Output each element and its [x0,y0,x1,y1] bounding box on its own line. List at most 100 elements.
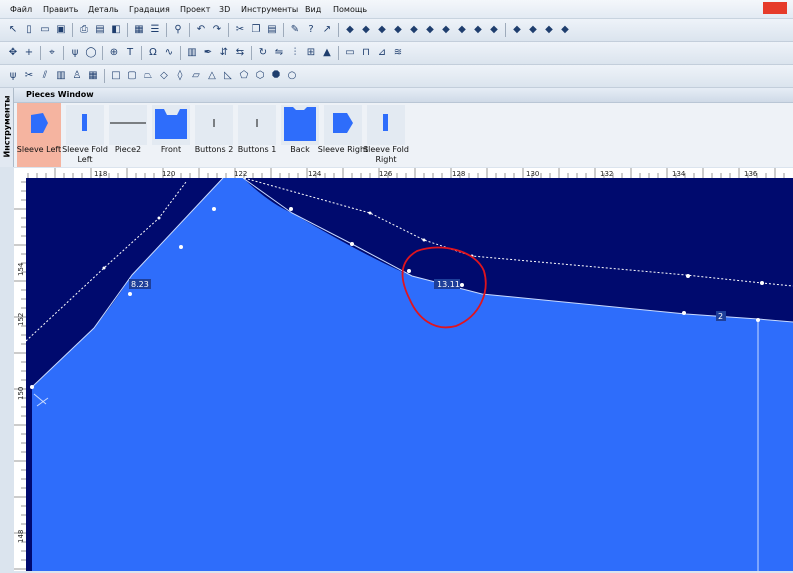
circle-icon[interactable]: ◯ [84,46,98,60]
trapezoid-icon[interactable]: ⏢ [141,69,155,83]
menu-project[interactable]: Проект [180,5,210,14]
cut-line-icon[interactable]: ⫽ [38,69,52,83]
pieces-window-header: Pieces Window [14,88,793,103]
parallelogram-icon[interactable]: ▱ [189,69,203,83]
notch-tool-icon[interactable]: ψ [6,69,20,83]
note-icon[interactable]: ✎ [288,23,302,37]
tool-g-icon[interactable]: ◆ [439,23,453,37]
help-icon[interactable]: ? [304,23,318,37]
piece-back[interactable]: Back [278,103,322,167]
piece-piece2[interactable]: Piece2 [106,103,150,167]
pattern-drawing[interactable]: 118 120 122 124 126 128 130 132 134 136 … [14,168,793,571]
plot-icon[interactable]: ▤ [93,23,107,37]
undo-icon[interactable]: ↶ [194,23,208,37]
align-icon[interactable]: ▲ [320,46,334,60]
pieces-window: Sleeve Left Sleeve Fold Left Piece2 Fron… [14,103,793,167]
drill-icon[interactable]: ⊕ [107,46,121,60]
seam-icon[interactable]: Ω [146,46,160,60]
curve-icon[interactable]: ∿ [162,46,176,60]
piece-front[interactable]: Front [149,103,193,167]
flip-icon[interactable]: ⇋ [272,46,286,60]
tool-d-icon[interactable]: ◆ [391,23,405,37]
pointer-icon[interactable]: ↗ [320,23,334,37]
fold-icon[interactable]: ⊓ [359,46,373,60]
piece-sleeve-fold-left[interactable]: Sleeve Fold Left [62,103,108,167]
ruler-label-top: 136 [744,170,758,178]
add-point-icon[interactable]: + [22,46,36,60]
notch-icon[interactable]: ψ [68,46,82,60]
table-icon[interactable]: ▦ [86,69,100,83]
output-icon[interactable]: ◧ [109,23,123,37]
tool-j-icon[interactable]: ◆ [487,23,501,37]
tool-c-icon[interactable]: ◆ [375,23,389,37]
pen-icon[interactable]: ✒ [201,46,215,60]
split-icon[interactable]: ⫶ [288,46,302,60]
rhombus-icon[interactable]: ◊ [173,69,187,83]
pattern-canvas[interactable]: 118 120 122 124 126 128 130 132 134 136 … [14,168,793,571]
diamond-icon[interactable]: ◇ [157,69,171,83]
pentagon-icon[interactable]: ⬠ [237,69,251,83]
trash-icon[interactable]: ▥ [185,46,199,60]
ruler-label-top: 132 [600,170,613,178]
right-triangle-icon[interactable]: ◺ [221,69,235,83]
tool-f-icon[interactable]: ◆ [423,23,437,37]
print-icon[interactable]: ⎙ [77,23,91,37]
tool-i-icon[interactable]: ◆ [471,23,485,37]
redo-icon[interactable]: ↷ [210,23,224,37]
menu-piece[interactable]: Деталь [88,5,119,14]
new-icon[interactable]: ▯ [22,23,36,37]
move-point-icon[interactable]: ✥ [6,46,20,60]
mirror-icon[interactable]: ⇆ [233,46,247,60]
text-icon[interactable]: T [123,46,137,60]
tool-n-icon[interactable]: ◆ [558,23,572,37]
tool-h-icon[interactable]: ◆ [455,23,469,37]
chart-icon[interactable]: ▥ [54,69,68,83]
octagon-icon[interactable]: ⯃ [269,69,283,83]
toolbar-shapes: ψ ✂ ⫽ ▥ ♙ ▦ □ ▢ ⏢ ◇ ◊ ▱ △ ◺ ⬠ ⬡ ⯃ ○ [0,65,793,88]
measure-icon[interactable]: ⌖ [45,46,59,60]
menu-3d[interactable]: 3D [219,5,230,14]
menu-view[interactable]: Вид [305,5,321,14]
ruler-label-left: 150 [17,387,25,400]
rotate-icon[interactable]: ↻ [256,46,270,60]
square-icon[interactable]: ▢ [125,69,139,83]
tool-l-icon[interactable]: ◆ [526,23,540,37]
piece-buttons-2[interactable]: Buttons 2 [192,103,236,167]
layer-icon[interactable]: ▭ [343,46,357,60]
toolbar-separator [141,46,142,60]
scissors-icon[interactable]: ✂ [22,69,36,83]
menu-tools[interactable]: Инструменты [241,5,298,14]
grade-icon[interactable]: ⇵ [217,46,231,60]
tool-k-icon[interactable]: ◆ [510,23,524,37]
menu-help[interactable]: Помощь [333,5,367,14]
tool-e-icon[interactable]: ◆ [407,23,421,37]
menu-edit[interactable]: Править [43,5,78,14]
rectangle-icon[interactable]: □ [109,69,123,83]
piece-sleeve-fold-right[interactable]: Sleeve Fold Right [363,103,409,167]
save-icon[interactable]: ▣ [54,23,68,37]
join-icon[interactable]: ⊞ [304,46,318,60]
cut-icon[interactable]: ✂ [233,23,247,37]
piece-sleeve-left[interactable]: Sleeve Left [17,103,61,167]
person-icon[interactable]: ♙ [70,69,84,83]
excel-icon[interactable]: ▦ [132,23,146,37]
hexagon-icon[interactable]: ⬡ [253,69,267,83]
copy-icon[interactable]: ❐ [249,23,263,37]
tool-b-icon[interactable]: ◆ [359,23,373,37]
fold-thumb-icon [383,114,388,131]
properties-icon[interactable]: ☰ [148,23,162,37]
paste-icon[interactable]: ▤ [265,23,279,37]
triangle-icon[interactable]: △ [205,69,219,83]
tool-a-icon[interactable]: ◆ [343,23,357,37]
dart-icon[interactable]: ⊿ [375,46,389,60]
circle-shape-icon[interactable]: ○ [285,69,299,83]
select-arrow-icon[interactable]: ↖ [6,23,20,37]
zoom-icon[interactable]: ⚲ [171,23,185,37]
pleat-icon[interactable]: ≋ [391,46,405,60]
menu-grading[interactable]: Градация [129,5,170,14]
open-icon[interactable]: ▭ [38,23,52,37]
tool-m-icon[interactable]: ◆ [542,23,556,37]
tools-side-tab[interactable]: Инструменты [0,88,14,167]
piece-buttons-1[interactable]: Buttons 1 [235,103,279,167]
menu-file[interactable]: Файл [10,5,32,14]
